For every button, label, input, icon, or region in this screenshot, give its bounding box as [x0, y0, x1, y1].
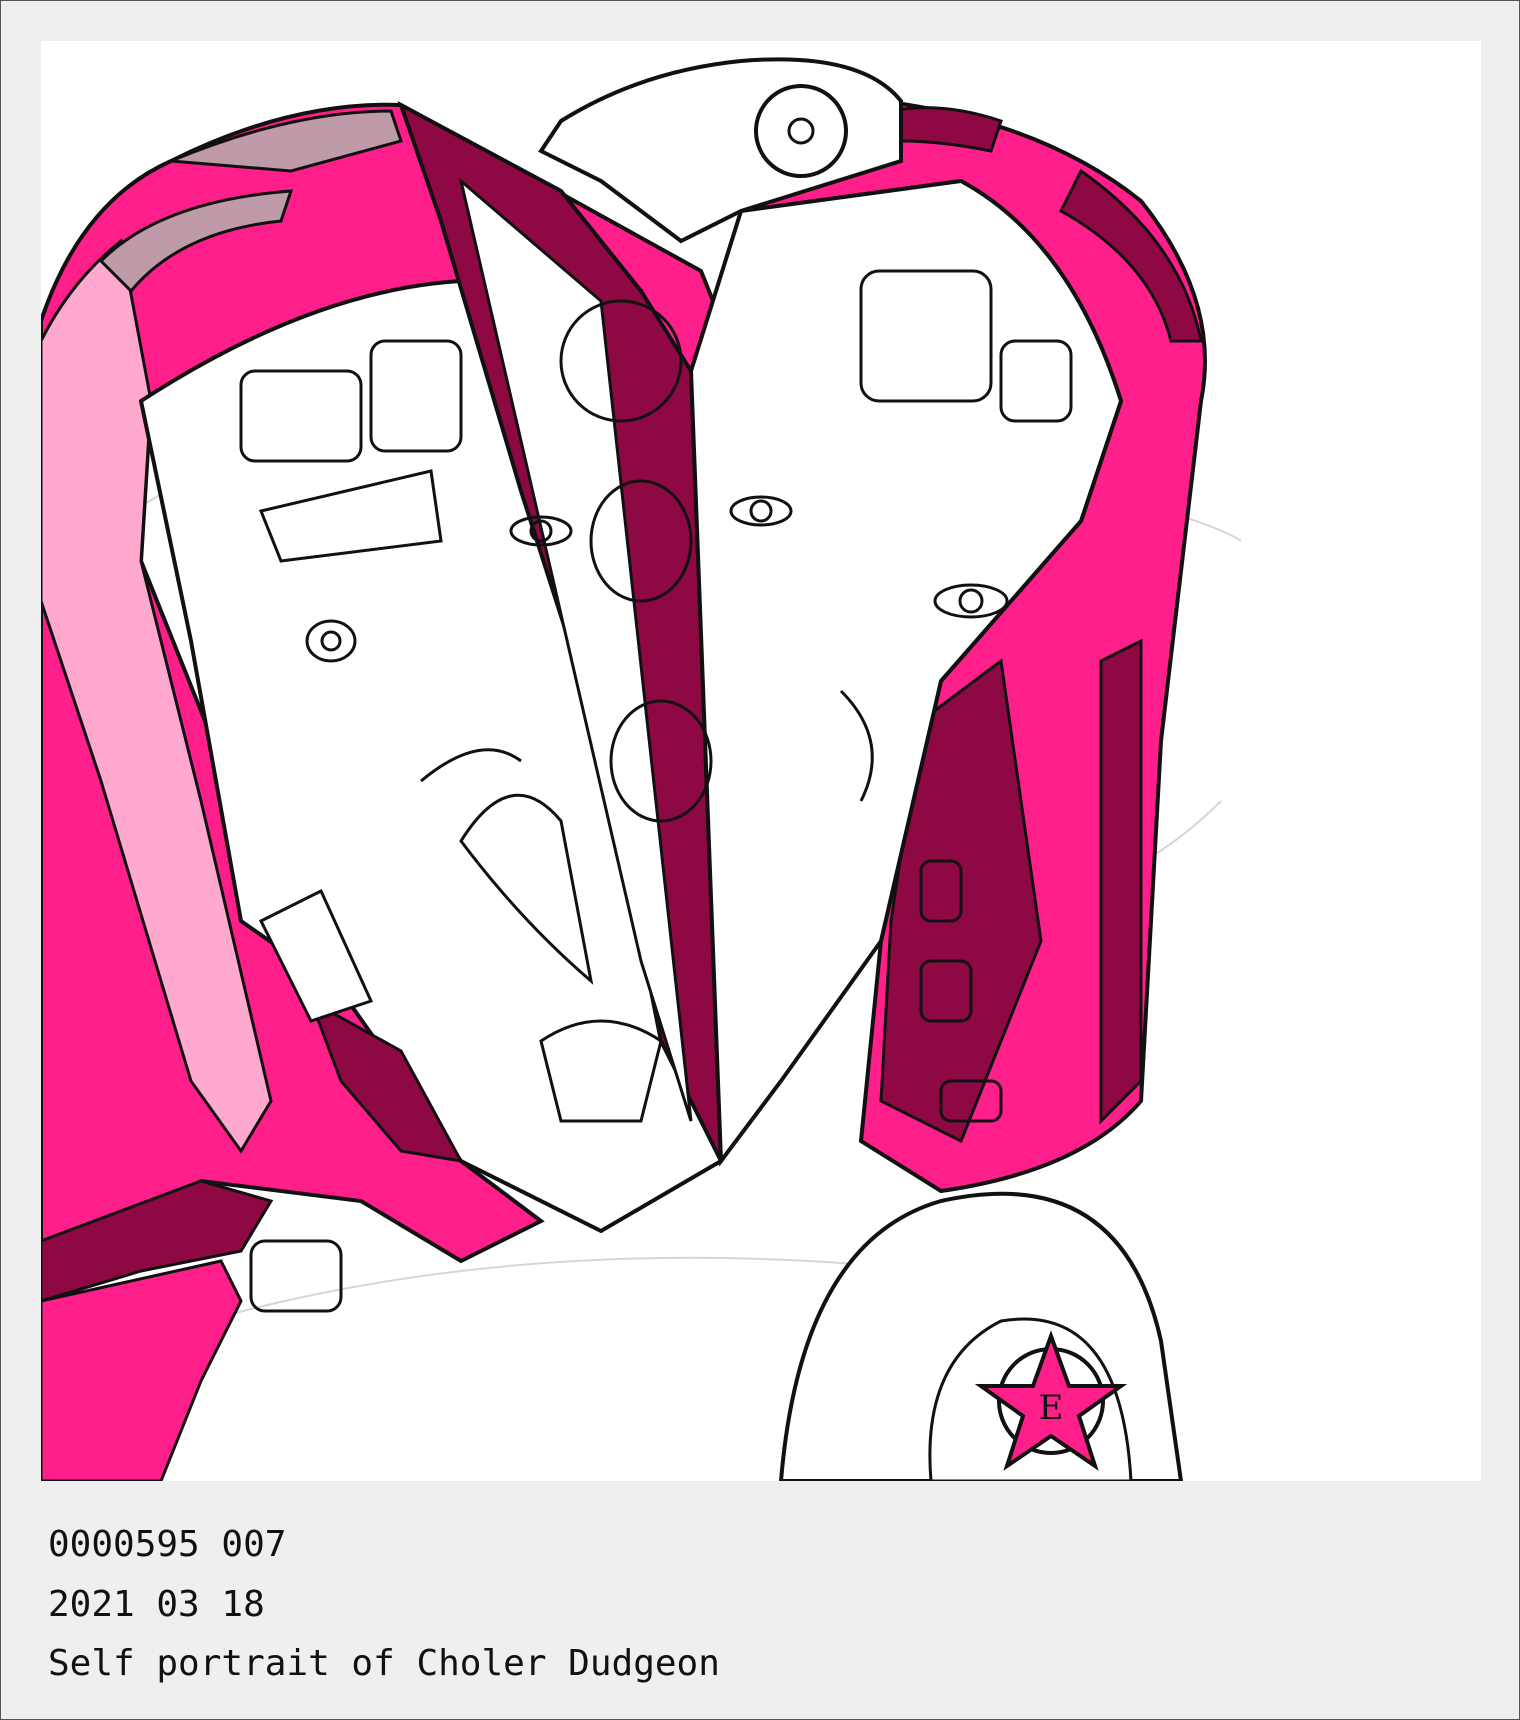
artwork-title: Self portrait of Choler Dudgeon: [48, 1643, 720, 1684]
catalog-number: 0000595 007: [48, 1524, 287, 1565]
polaroid-frame: E 0000595 007 2021 03 18 Self portrait o…: [0, 0, 1520, 1720]
artwork-image: E: [41, 41, 1481, 1481]
date-label: 2021 03 18: [48, 1584, 265, 1625]
portrait-drawing: E: [41, 57, 1242, 1481]
svg-text:E: E: [1039, 1388, 1064, 1428]
